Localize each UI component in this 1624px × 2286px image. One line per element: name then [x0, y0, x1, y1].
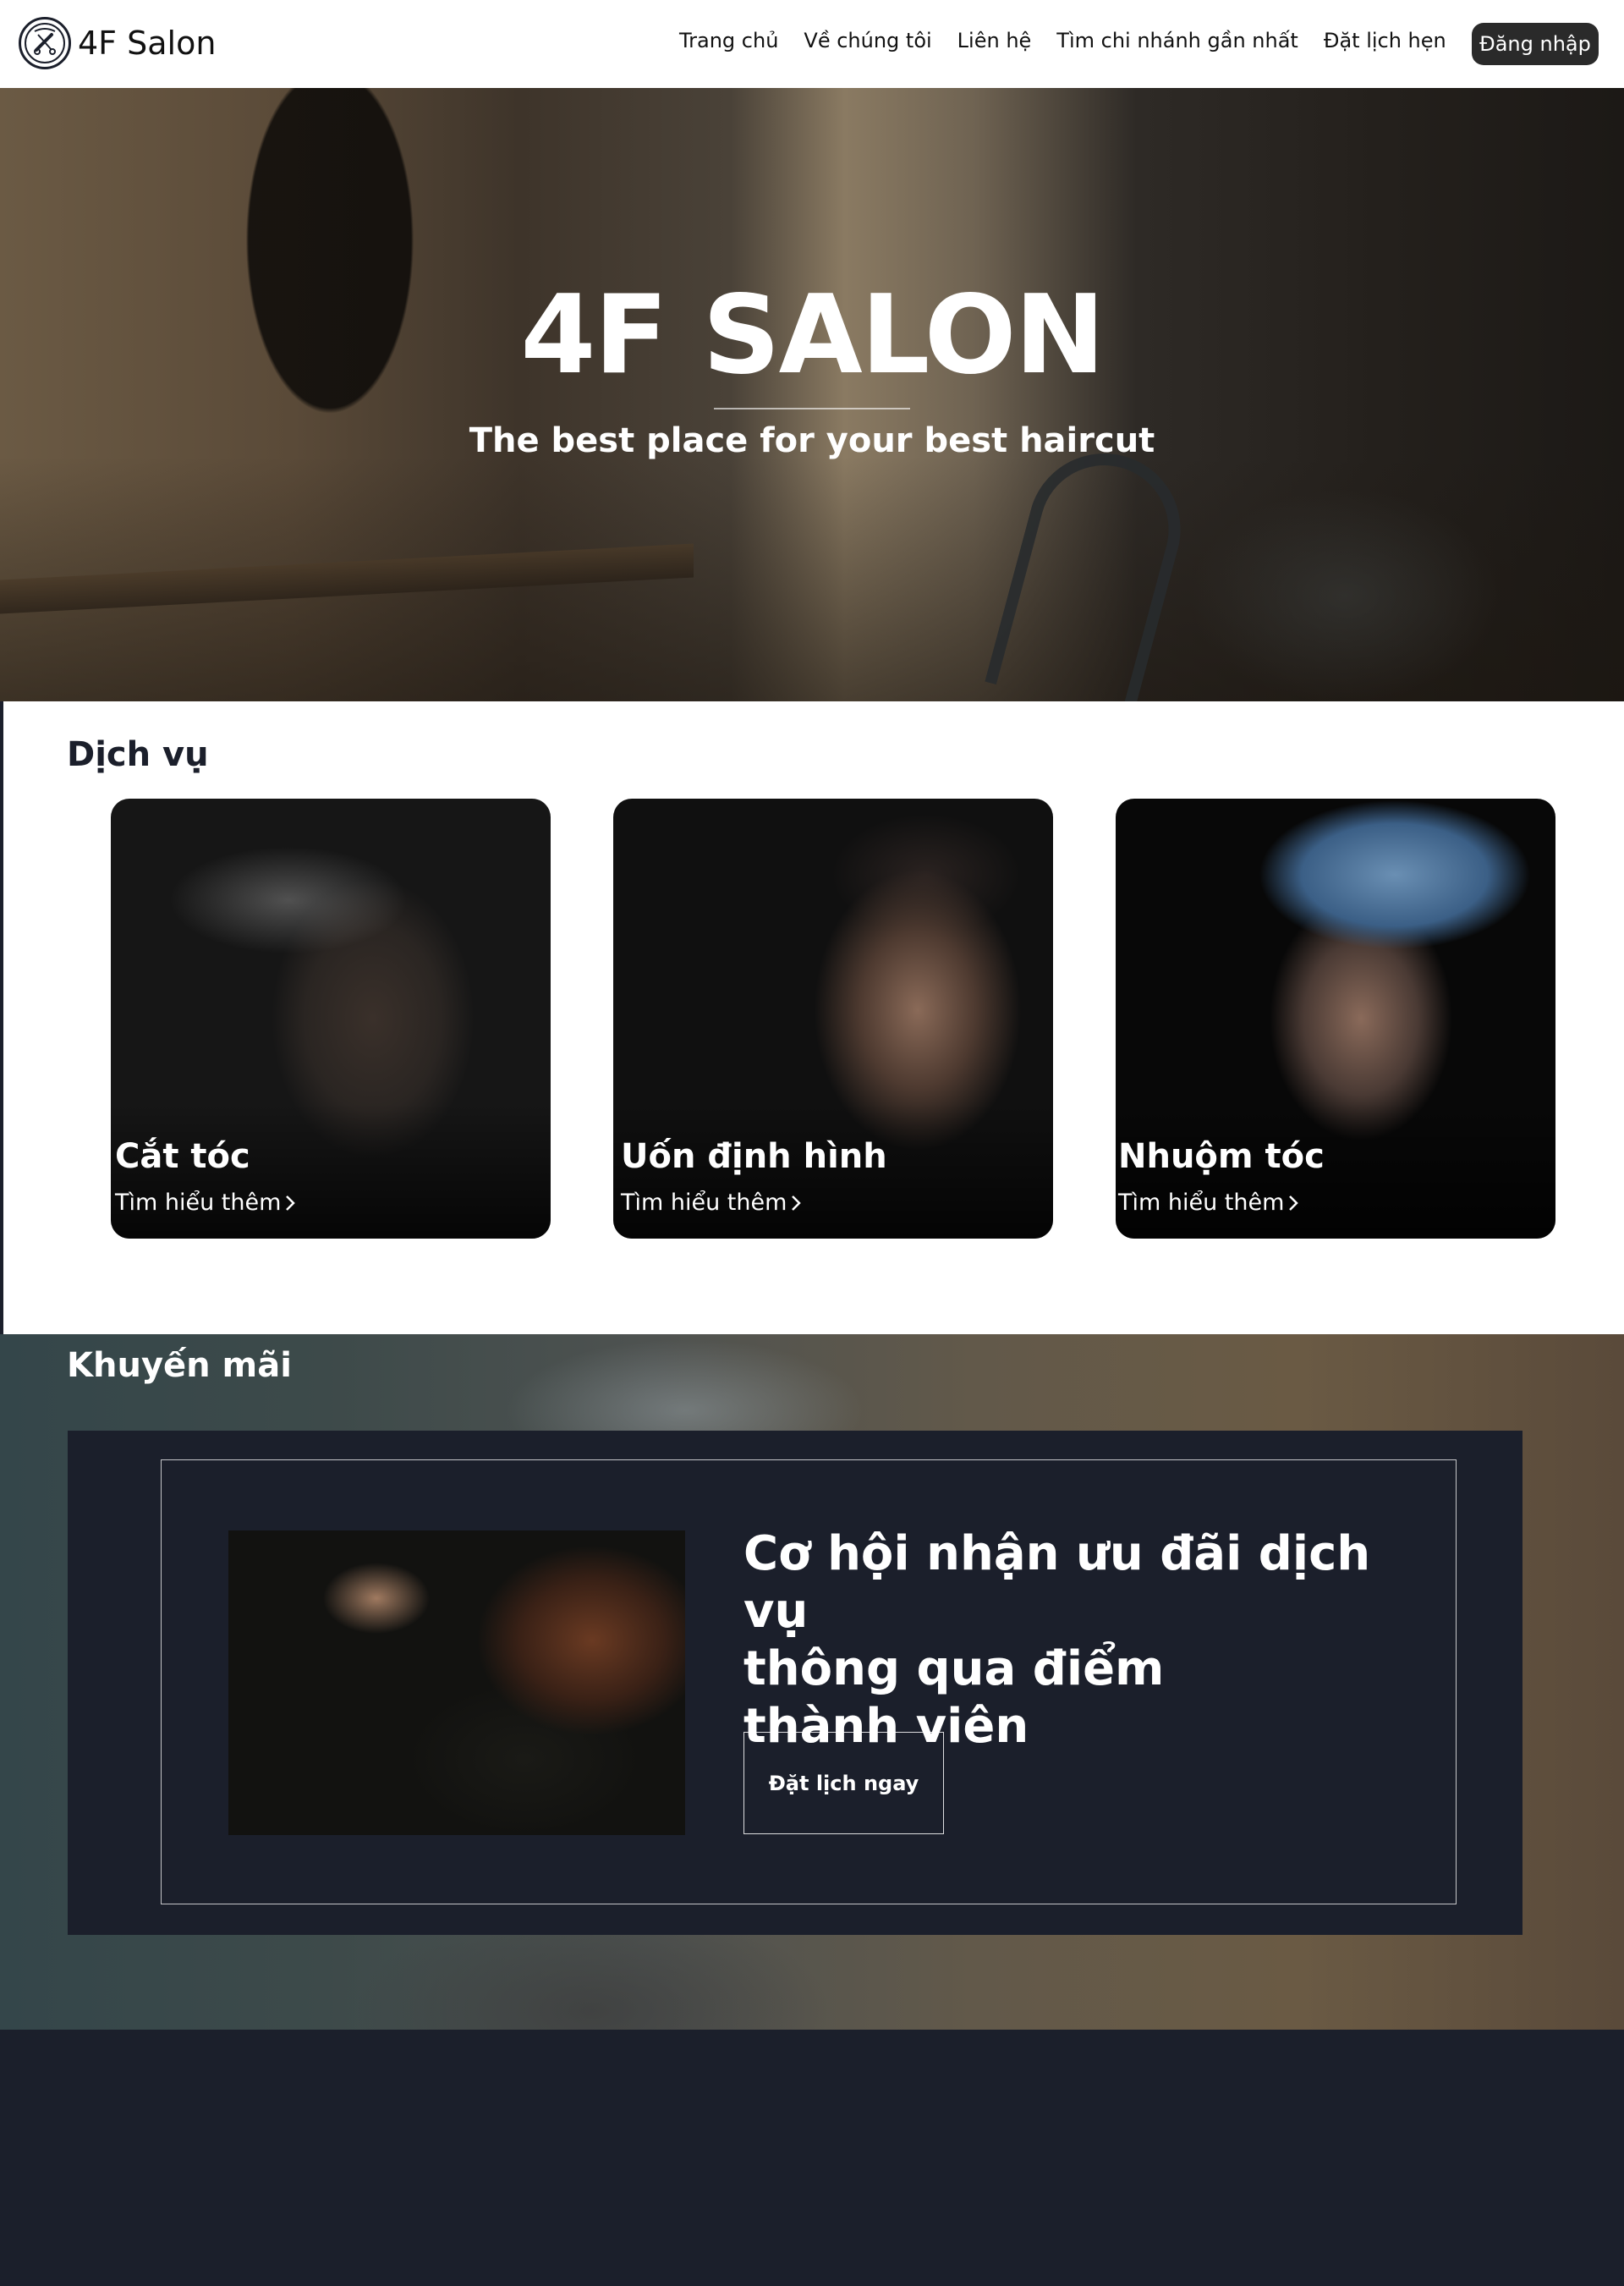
- book-now-button[interactable]: Đặt lịch ngay: [743, 1732, 944, 1834]
- nav-link-booking[interactable]: Đặt lịch hẹn: [1324, 29, 1446, 52]
- footer: [0, 2030, 1624, 2286]
- hero-content: 4F SALON The best place for your best ha…: [0, 88, 1624, 701]
- learn-more-label: Tìm hiểu thêm: [1118, 1190, 1285, 1216]
- service-card-haircut[interactable]: Cắt tóc Tìm hiểu thêm: [111, 799, 551, 1239]
- service-card-perm[interactable]: Uốn định hình Tìm hiểu thêm: [613, 799, 1053, 1239]
- hero-title: 4F SALON: [520, 272, 1105, 398]
- promo-heading-line: thông qua điểm: [743, 1641, 1165, 1696]
- service-card-title: Nhuộm tóc: [1118, 1137, 1325, 1176]
- hero-divider: [714, 408, 910, 409]
- learn-more-label: Tìm hiểu thêm: [621, 1190, 787, 1216]
- nav-link-contact[interactable]: Liên hệ: [957, 29, 1032, 52]
- services-section: Dịch vụ Cắt tóc Tìm hiểu thêm Uốn định h…: [3, 701, 1624, 1334]
- login-button[interactable]: Đăng nhập: [1472, 23, 1599, 65]
- nav-links: Trang chủ Về chúng tôi Liên hệ Tìm chi n…: [679, 29, 1446, 52]
- hero-subtitle: The best place for your best haircut: [469, 421, 1155, 460]
- chevron-right-icon: [792, 1195, 802, 1211]
- service-card-title: Cắt tóc: [115, 1137, 250, 1176]
- promotions-section: Khuyến mãi Cơ hội nhận ưu đãi dịch vụ th…: [0, 1334, 1624, 2030]
- promo-heading: Cơ hội nhận ưu đãi dịch vụ thông qua điể…: [743, 1525, 1386, 1756]
- learn-more-label: Tìm hiểu thêm: [115, 1190, 282, 1216]
- nav-link-about[interactable]: Về chúng tôi: [804, 29, 931, 52]
- hero-banner: 4F SALON The best place for your best ha…: [0, 88, 1624, 701]
- navbar: 4F Salon Trang chủ Về chúng tôi Liên hệ …: [0, 0, 1624, 88]
- brand-name: 4F Salon: [78, 25, 217, 62]
- promo-heading-line: Cơ hội nhận ưu đãi dịch vụ: [743, 1526, 1371, 1639]
- promotions-title: Khuyến mãi: [67, 1346, 292, 1385]
- barber-logo-icon: [19, 17, 71, 69]
- brand[interactable]: 4F Salon: [19, 17, 216, 69]
- promo-banner: Cơ hội nhận ưu đãi dịch vụ thông qua điể…: [68, 1431, 1522, 1935]
- service-card-title: Uốn định hình: [621, 1137, 887, 1176]
- nav-link-find-branch[interactable]: Tìm chi nhánh gần nhất: [1056, 29, 1298, 52]
- chevron-right-icon: [286, 1195, 296, 1211]
- service-card-dye[interactable]: Nhuộm tóc Tìm hiểu thêm: [1116, 799, 1555, 1239]
- services-title: Dịch vụ: [67, 735, 209, 774]
- learn-more-link[interactable]: Tìm hiểu thêm: [115, 1190, 298, 1216]
- learn-more-link[interactable]: Tìm hiểu thêm: [1118, 1190, 1301, 1216]
- chevron-right-icon: [1289, 1195, 1299, 1211]
- promo-image: [228, 1530, 685, 1835]
- learn-more-link[interactable]: Tìm hiểu thêm: [621, 1190, 804, 1216]
- nav-link-home[interactable]: Trang chủ: [679, 29, 778, 52]
